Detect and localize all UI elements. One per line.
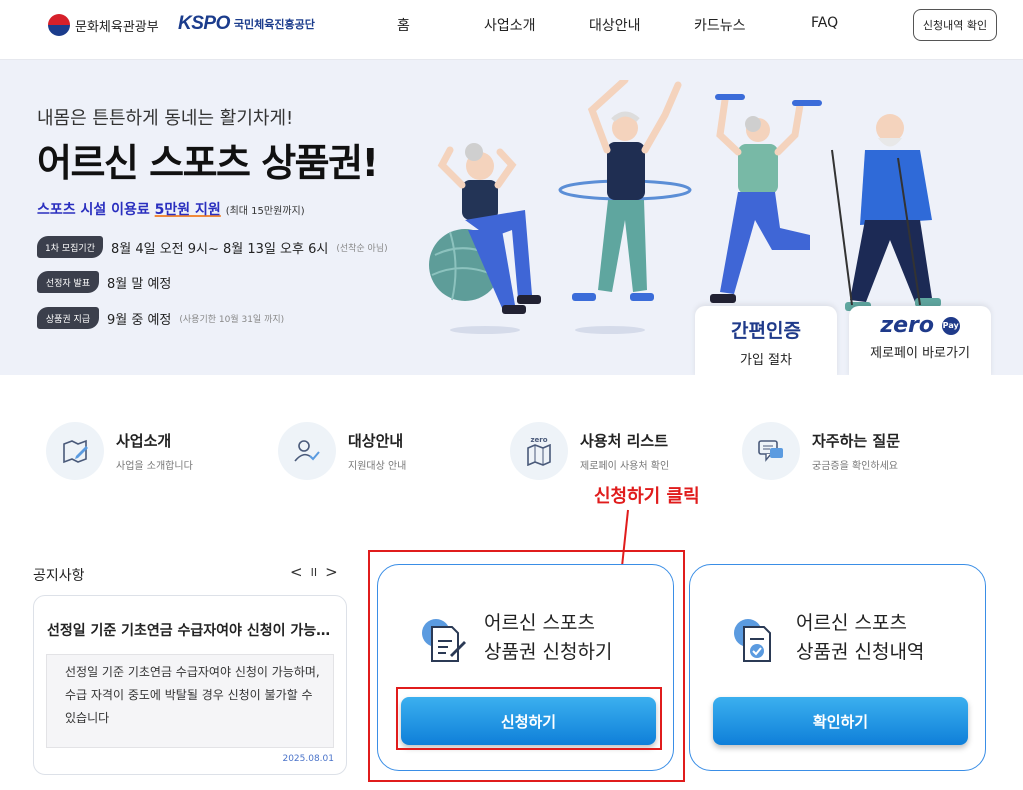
banner-title: 어르신 스포츠 상품권! (37, 141, 379, 185)
taegeuk-icon (48, 14, 70, 36)
notice-body: 선정일 기준 기초연금 수급자여야 신청이 가능하며, 수급 자격이 중도에 박… (46, 654, 334, 748)
chat-bubbles-icon (742, 422, 800, 480)
schedule-row: 선정자 발표 8월 말 예정 (37, 271, 171, 293)
easy-auth-signup-button[interactable]: 간편인증 가입 절차 (695, 306, 837, 375)
banner-slogan: 내몸은 튼튼하게 동네는 활기차게! (37, 108, 294, 129)
ministry-name: 문화체육관광부 (75, 19, 159, 35)
schedule-text: 8월 말 예정 (107, 276, 172, 292)
zeropay-label: 제로페이 바로가기 (870, 346, 970, 361)
schedule-tag: 선정자 발표 (37, 271, 99, 293)
prev-arrow-icon[interactable]: < (290, 563, 303, 581)
document-check-icon (734, 619, 771, 662)
notice-controls: < II > (290, 563, 338, 581)
ministry-logo[interactable]: 문화체육관광부 (48, 14, 159, 36)
nav-cardnews[interactable]: 카드뉴스 (694, 15, 746, 35)
menu-title: 자주하는 질문 (812, 432, 901, 450)
notice-date: 2025.08.01 (282, 754, 334, 764)
nav-faq[interactable]: FAQ (811, 15, 838, 31)
notice-title: 선정일 기준 기초연금 수급자여야 신청이 가능하며, 수급 자격이 중도에 박… (47, 623, 337, 639)
subtitle-text: 스포츠 시설 이용료 (37, 202, 155, 218)
site-header: 문화체육관광부 KSPO 국민체육진흥공단 홈 사업소개 대상안내 카드뉴스 F… (0, 0, 1023, 60)
schedule-note: (선착순 아님) (336, 243, 388, 254)
menu-title: 사용처 리스트 (580, 432, 669, 450)
kspo-brand: KSPO (178, 13, 230, 34)
menu-about[interactable]: 사업소개 사업을 소개합니다 (46, 422, 193, 480)
subtitle-note: (최대 15만원까지) (225, 206, 305, 217)
history-card-line2: 상품권 신청내역 (796, 641, 925, 663)
kspo-logo[interactable]: KSPO 국민체육진흥공단 (178, 13, 315, 35)
zero-map-icon: zero (510, 422, 568, 480)
schedule-text: 8월 4일 오전 9시~ 8월 13일 오후 6시 (111, 241, 329, 257)
menu-subtitle: 사업을 소개합니다 (116, 461, 193, 472)
menu-target[interactable]: 대상안내 지원대상 안내 (278, 422, 406, 480)
easy-auth-brand: 간편인증 (731, 320, 801, 342)
apply-history-button[interactable]: 신청내역 확인 (913, 9, 997, 41)
schedule-text: 9월 중 예정 (107, 312, 172, 328)
schedule-tag: 1차 모집기간 (37, 236, 103, 258)
zero-icon-text: zero (530, 436, 548, 444)
schedule-row: 1차 모집기간 8월 4일 오전 9시~ 8월 13일 오후 6시 (선착순 아… (37, 236, 388, 258)
menu-title: 대상안내 (348, 432, 404, 450)
nav-target[interactable]: 대상안내 (589, 15, 641, 35)
next-arrow-icon[interactable]: > (325, 563, 338, 581)
nav-home[interactable]: 홈 (397, 15, 410, 35)
notice-card[interactable]: 선정일 기준 기초연금 수급자여야 신청이 가능하며, 수급 자격이 중도에 박… (33, 595, 347, 775)
menu-subtitle: 궁금증을 확인하세요 (812, 461, 898, 472)
menu-faq[interactable]: 자주하는 질문 궁금증을 확인하세요 (742, 422, 900, 480)
menu-subtitle: 제로페이 사용처 확인 (580, 461, 670, 472)
map-pen-icon (46, 422, 104, 480)
schedule-tag: 상품권 지급 (37, 307, 99, 329)
menu-title: 사업소개 (116, 432, 172, 450)
hero-banner: 내몸은 튼튼하게 동네는 활기차게! 어르신 스포츠 상품권! 스포츠 시설 이… (0, 60, 1023, 375)
notice-heading: 공지사항 (33, 568, 85, 584)
history-card-title: 어르신 스포츠 상품권 신청내역 (796, 609, 924, 667)
schedule-note: (사용기한 10월 31일 까지) (179, 314, 285, 325)
subtitle-amount: 5만원 지원 (154, 202, 221, 218)
banner-subtitle: 스포츠 시설 이용료 5만원 지원 (최대 15만원까지) (37, 199, 305, 219)
nav-about[interactable]: 사업소개 (484, 15, 536, 35)
easy-auth-label: 가입 절차 (740, 353, 792, 368)
zeropay-logo-text: zero (880, 313, 935, 338)
menu-subtitle: 지원대상 안내 (348, 461, 407, 472)
pay-badge-icon: Pay (941, 317, 960, 335)
highlight-button-box (396, 687, 662, 750)
schedule-row: 상품권 지급 9월 중 예정 (사용기한 10월 31일 까지) (37, 307, 284, 329)
zeropay-link-button[interactable]: zero Pay 제로페이 바로가기 (849, 306, 991, 375)
user-check-icon (278, 422, 336, 480)
check-button[interactable]: 확인하기 (713, 697, 968, 745)
pause-icon[interactable]: II (311, 566, 318, 581)
zeropay-brand: zero Pay (849, 313, 991, 338)
history-card-line1: 어르신 스포츠 (796, 612, 907, 634)
kspo-name: 국민체육진흥공단 (233, 18, 315, 31)
history-card: 어르신 스포츠 상품권 신청내역 확인하기 (689, 564, 986, 771)
menu-store-list[interactable]: zero 사용처 리스트 제로페이 사용처 확인 (510, 422, 669, 480)
